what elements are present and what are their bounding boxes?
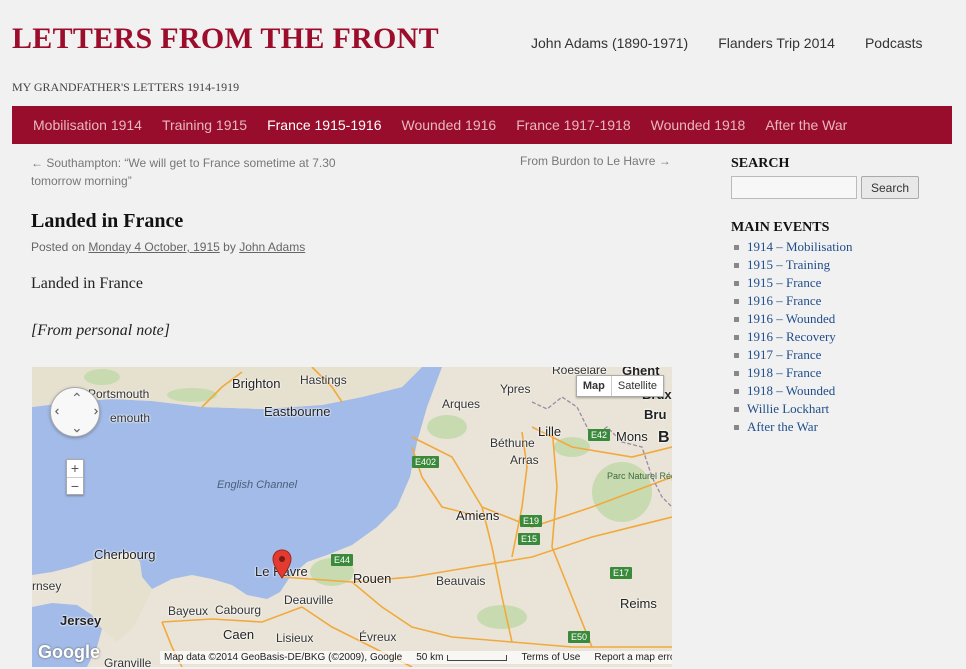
search-input[interactable]: [731, 176, 857, 199]
search-heading: SEARCH: [731, 156, 790, 171]
nav-mobilisation-1914[interactable]: Mobilisation 1914: [33, 117, 142, 133]
pan-down-icon[interactable]: ⌃: [71, 418, 83, 435]
place-bethune: Béthune: [490, 436, 535, 450]
nav-wounded-1918[interactable]: Wounded 1918: [651, 117, 746, 133]
post-note: [From personal note]: [31, 322, 170, 339]
event-link[interactable]: After the War: [731, 418, 951, 436]
event-link[interactable]: 1916 – Recovery: [731, 328, 951, 346]
event-link[interactable]: 1918 – France: [731, 364, 951, 382]
place-bayeux: Bayeux: [168, 604, 209, 618]
pan-right-icon[interactable]: ⌃: [83, 406, 100, 418]
main-nav: Mobilisation 1914 Training 1915 France 1…: [12, 106, 952, 144]
top-link-flanders-trip[interactable]: Flanders Trip 2014: [718, 35, 835, 51]
search-button[interactable]: Search: [861, 176, 920, 199]
pan-up-icon[interactable]: ⌃: [71, 390, 83, 407]
event-link[interactable]: 1917 – France: [731, 346, 951, 364]
place-granville: Granville: [104, 656, 152, 667]
place-rnsey: rnsey: [32, 579, 62, 593]
zoom-in-button[interactable]: +: [67, 460, 83, 477]
search-form: Search: [731, 176, 951, 199]
event-link[interactable]: Willie Lockhart: [731, 400, 951, 418]
place-deauville: Deauville: [284, 593, 334, 607]
author-link[interactable]: John Adams: [239, 240, 305, 254]
place-reims: Reims: [620, 596, 657, 611]
pan-control[interactable]: ⌃ ⌃ ⌃ ⌃: [50, 387, 100, 437]
place-b: B: [658, 429, 670, 446]
event-link[interactable]: 1916 – France: [731, 292, 951, 310]
main-events-heading: MAIN EVENTS: [731, 220, 830, 235]
post-body-text: Landed in France: [31, 275, 143, 292]
prev-post-link[interactable]: ← Southampton: “We will get to France so…: [31, 154, 361, 190]
place-arques: Arques: [442, 397, 481, 411]
road-e42: E42: [588, 429, 611, 441]
sidebar: SEARCH Search MAIN EVENTS 1914 – Mobilis…: [731, 150, 951, 436]
nav-france-1917-1918[interactable]: France 1917-1918: [516, 117, 630, 133]
map-terms-link[interactable]: Terms of Use: [521, 652, 580, 663]
place-ypres: Ypres: [500, 382, 531, 396]
place-bru: Bru: [644, 407, 667, 422]
top-links: John Adams (1890-1971) Flanders Trip 201…: [531, 35, 953, 51]
place-amiens: Amiens: [456, 508, 500, 523]
map-report-link[interactable]: Report a map error: [594, 652, 672, 663]
post-date-link[interactable]: Monday 4 October, 1915: [88, 240, 219, 254]
nav-wounded-1916[interactable]: Wounded 1916: [401, 117, 496, 133]
place-caen: Caen: [223, 627, 255, 642]
road-e402: E402: [412, 456, 440, 468]
place-beauvais: Beauvais: [436, 574, 486, 588]
place-hastings: Hastings: [300, 373, 347, 387]
map-scale-label: 50 km: [416, 652, 444, 663]
nav-after-the-war[interactable]: After the War: [765, 117, 847, 133]
embedded-map[interactable]: Portsmouth Brighton Hastings Eastbourne …: [32, 367, 672, 667]
place-lille: Lille: [538, 424, 562, 439]
nav-france-1915-1916[interactable]: France 1915-1916: [267, 117, 381, 133]
event-link[interactable]: 1914 – Mobilisation: [731, 238, 951, 256]
place-parc-naturel: Parc Naturel Régional de l'Avesnois: [607, 471, 672, 481]
place-brighton: Brighton: [232, 376, 281, 391]
map-type-control: Map Satellite: [575, 375, 664, 397]
post-meta: Posted on Monday 4 October, 1915 by John…: [31, 240, 305, 254]
zoom-out-button[interactable]: −: [67, 477, 83, 494]
map-type-map-button[interactable]: Map: [577, 376, 612, 396]
meta-by: by: [223, 240, 236, 254]
road-e15: E15: [518, 533, 541, 545]
pan-left-icon[interactable]: ⌃: [52, 406, 69, 418]
site-description: MY GRANDFATHER'S LETTERS 1914-1919: [12, 80, 240, 94]
map-attribution: Map data ©2014 GeoBasis-DE/BKG (©2009), …: [164, 652, 403, 663]
event-link[interactable]: 1915 – Training: [731, 256, 951, 274]
meta-prefix: Posted on: [31, 240, 86, 254]
map-scale-bar: [447, 654, 508, 661]
nav-training-1915[interactable]: Training 1915: [162, 117, 247, 133]
place-jersey: Jersey: [60, 613, 102, 628]
road-e17: E17: [610, 567, 633, 579]
google-logo[interactable]: Google: [38, 642, 100, 663]
top-link-john-adams[interactable]: John Adams (1890-1971): [531, 35, 688, 51]
road-e19: E19: [520, 515, 543, 527]
post-title: Landed in France: [31, 210, 184, 232]
place-rouen: Rouen: [353, 571, 392, 586]
road-e44: E44: [331, 554, 354, 566]
place-lisieux: Lisieux: [276, 631, 314, 645]
place-evreux: Évreux: [359, 630, 397, 644]
zoom-control: + −: [66, 459, 84, 495]
top-link-podcasts[interactable]: Podcasts: [865, 35, 923, 51]
event-link[interactable]: 1916 – Wounded: [731, 310, 951, 328]
event-link[interactable]: 1915 – France: [731, 274, 951, 292]
map-type-satellite-button[interactable]: Satellite: [612, 376, 663, 396]
map-scale: 50 km: [416, 652, 508, 663]
site-title[interactable]: LETTERS FROM THE FRONT: [12, 22, 439, 56]
place-arras: Arras: [510, 453, 539, 467]
next-post-link[interactable]: From Burdon to Le Havre →: [520, 154, 671, 168]
place-portsmouth: Portsmouth: [88, 387, 150, 401]
place-eastbourne: Eastbourne: [264, 404, 331, 419]
place-english-channel: English Channel: [217, 479, 298, 491]
map-footer: Map data ©2014 GeoBasis-DE/BKG (©2009), …: [160, 651, 672, 664]
event-link[interactable]: 1918 – Wounded: [731, 382, 951, 400]
place-cabourg: Cabourg: [215, 603, 262, 617]
place-mons: Mons: [616, 429, 648, 444]
road-e50: E50: [568, 631, 591, 643]
place-emouth: emouth: [110, 411, 151, 425]
main-events-list: 1914 – Mobilisation 1915 – Training 1915…: [731, 238, 951, 436]
place-cherbourg: Cherbourg: [94, 547, 156, 562]
